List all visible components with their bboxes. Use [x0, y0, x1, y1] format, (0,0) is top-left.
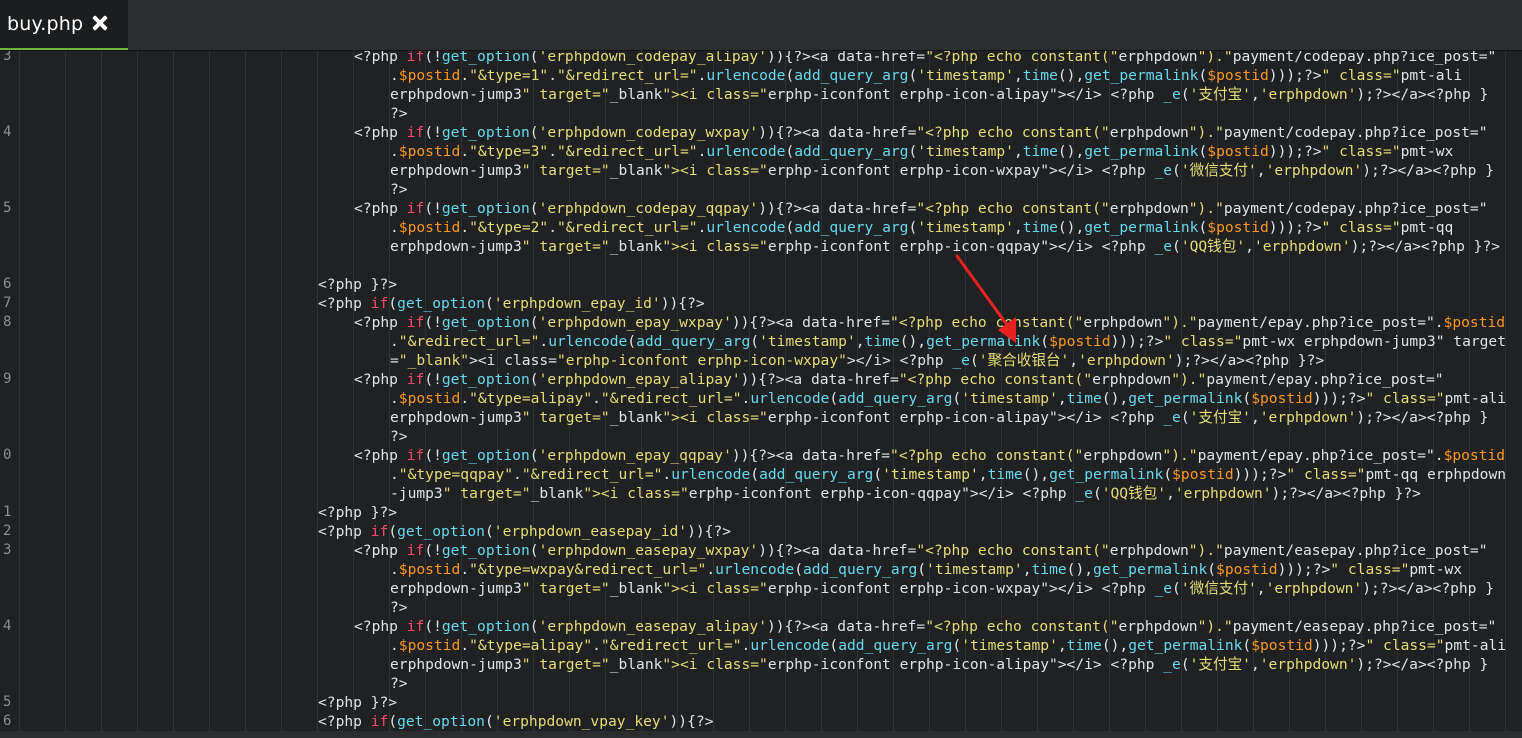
line-number: 3	[3, 51, 12, 64]
code-text: ?>	[390, 675, 408, 692]
line-number: 6	[3, 713, 12, 729]
line-number: 3	[3, 542, 12, 558]
code-text: <?php if(get_option('erphpdown_epay_id')…	[318, 295, 705, 312]
tab-buy-php[interactable]: buy.php	[0, 0, 128, 50]
tab-title: buy.php	[7, 13, 84, 35]
code-text: <?php if(!get_option('erphpdown_epay_wxp…	[354, 314, 1506, 331]
code-text: erphpdown-jump3" target="_blank"><i clas…	[390, 409, 1489, 426]
horizontal-scrollbar[interactable]	[0, 731, 1522, 738]
code-text: <?php }?>	[318, 504, 398, 521]
code-text: <?php if(!get_option('erphpdown_easepay_…	[354, 542, 1488, 559]
code-text: .$postid."&type=alipay"."&redirect_url="…	[390, 390, 1507, 407]
code-editor[interactable]: 3 <?php if(!get_option('erphpdown_codepay…	[0, 51, 1522, 731]
code-text: .$postid."&type=3"."&redirect_url=".urle…	[390, 143, 1454, 160]
line-number: 8	[3, 314, 12, 330]
code-text: erphpdown-jump3" target="_blank"><i clas…	[390, 86, 1489, 103]
code-text: .$postid."&type=wxpay&redirect_url=".url…	[390, 561, 1463, 578]
code-text: .$postid."&type=1"."&redirect_url=".urle…	[390, 67, 1463, 84]
line-number: 2	[3, 523, 12, 539]
code-text: <?php if(get_option('erphpdown_vpay_key'…	[318, 713, 714, 730]
code-text: erphpdown-jump3" target="_blank"><i clas…	[390, 656, 1489, 673]
line-number: 5	[3, 200, 12, 216]
line-number: 5	[3, 694, 12, 710]
line-number: 7	[3, 295, 12, 311]
code-text: <?php if(!get_option('erphpdown_easepay_…	[354, 618, 1497, 635]
code-text: <?php }?>	[318, 276, 398, 293]
line-number: 9	[3, 371, 12, 387]
close-icon[interactable]	[90, 13, 110, 33]
code-text: ?>	[390, 105, 408, 122]
code-text: .$postid."&type=2"."&redirect_url=".urle…	[390, 219, 1454, 236]
code-text: ="_blank"><i class="erphp-iconfont erphp…	[390, 352, 1325, 369]
code-text: <?php if(!get_option('erphpdown_epay_ali…	[354, 371, 1444, 388]
code-text: ."&type=qqpay"."&redirect_url=".urlencod…	[390, 466, 1507, 483]
code-text: <?php if(!get_option('erphpdown_codepay_…	[354, 124, 1488, 141]
code-text: erphpdown-jump3" target="_blank"><i clas…	[390, 162, 1495, 179]
code-text: <?php if(get_option('erphpdown_easepay_i…	[318, 523, 732, 540]
line-number: 0	[3, 447, 12, 463]
code-text: erphpdown-jump3" target="_blank"><i clas…	[390, 580, 1495, 597]
code-text: ?>	[390, 181, 408, 198]
line-number: 4	[3, 618, 12, 634]
code-text: <?php if(!get_option('erphpdown_epay_qqp…	[354, 447, 1506, 464]
code-text: .$postid."&type=alipay"."&redirect_url="…	[390, 637, 1507, 654]
code-text: ?>	[390, 428, 408, 445]
code-text: <?php }?>	[318, 694, 398, 711]
code-text: <?php if(!get_option('erphpdown_codepay_…	[354, 200, 1488, 217]
code-text: erphpdown-jump3" target="_blank"><i clas…	[390, 238, 1501, 255]
line-number: 6	[3, 276, 12, 292]
code-text: ."&redirect_url=".urlencode(add_query_ar…	[390, 333, 1507, 350]
tab-bar: buy.php	[0, 0, 1522, 51]
code-text: -jump3" target="_blank"><i class="erphp-…	[390, 485, 1421, 502]
line-number: 4	[3, 124, 12, 140]
code-text: <?php if(!get_option('erphpdown_codepay_…	[354, 51, 1497, 65]
code-text: ?>	[390, 599, 408, 616]
line-number: 1	[3, 504, 12, 520]
